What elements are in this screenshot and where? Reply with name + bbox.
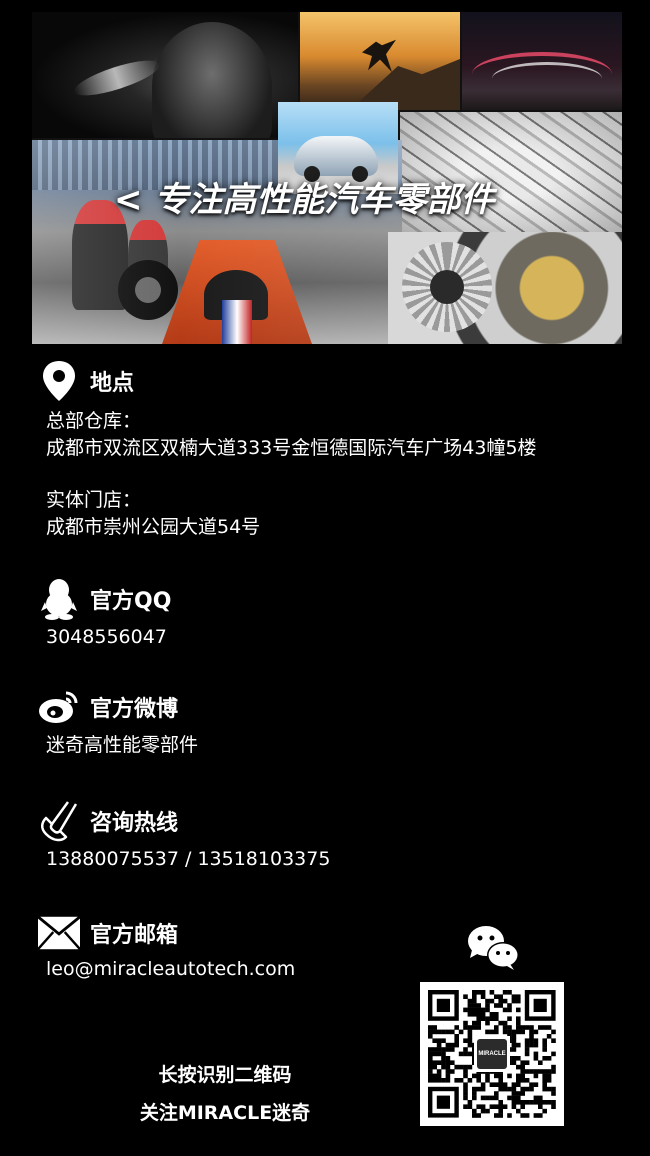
weibo-title: 官方微博 (90, 697, 179, 722)
qq-penguin-icon (38, 578, 80, 620)
qq-title: 官方QQ (90, 589, 172, 614)
phone-icon (38, 800, 80, 842)
location-section: 地点 总部仓库： 成都市双流区双楠大道333号金恒德国际汽车广场43幢5楼 实体… (38, 360, 537, 541)
store-label: 实体门店： (46, 489, 142, 511)
weibo-section: 官方微博 迷奇高性能零部件 (38, 686, 198, 759)
qr-logo-badge: MIRACLE (474, 1036, 510, 1072)
envelope-icon (38, 912, 80, 954)
email-address[interactable]: leo@miracleautotech.com (46, 956, 295, 983)
wechat-icon (466, 924, 520, 972)
hq-address: 成都市双流区双楠大道333号金恒德国际汽车广场43幢5楼 (46, 437, 537, 459)
location-title: 地点 (90, 371, 135, 396)
weibo-account[interactable]: 迷奇高性能零部件 (46, 732, 198, 759)
qr-caption-follow: 关注MIRACLE迷奇 (139, 1102, 311, 1124)
weibo-icon (38, 686, 80, 728)
weibo-header: 官方微博 (38, 686, 198, 728)
banner-photo-jumper (300, 12, 460, 110)
banner-photo-athlete (32, 12, 298, 138)
hotline-numbers[interactable]: 13880075537 / 13518103375 (46, 846, 330, 873)
banner-photo-stage (462, 12, 622, 110)
email-header: 官方邮箱 (38, 912, 295, 954)
qr-badge-text: MIRACLE (478, 1051, 506, 1057)
email-title: 官方邮箱 (90, 923, 179, 948)
email-section: 官方邮箱 leo@miracleautotech.com (38, 912, 295, 983)
banner-photo-gearbox (388, 232, 622, 344)
qq-number[interactable]: 3048556047 (46, 624, 171, 651)
hotline-header: 咨询热线 (38, 800, 330, 842)
location-header: 地点 (38, 360, 537, 402)
hotline-section: 咨询热线 13880075537 / 13518103375 (38, 800, 330, 873)
store-address: 成都市崇州公园大道54号 (46, 516, 261, 538)
qq-section: 官方QQ 3048556047 (38, 578, 171, 651)
hotline-title: 咨询热线 (90, 811, 179, 836)
qr-caption-scan: 长按识别二维码 (158, 1064, 292, 1086)
location-pin-icon (38, 360, 80, 402)
qq-header: 官方QQ (38, 578, 171, 620)
hq-label: 总部仓库： (46, 410, 142, 432)
wechat-qr-code[interactable]: MIRACLE (420, 982, 564, 1126)
banner-title[interactable]: < 专注高性能汽车零部件 (114, 172, 494, 221)
